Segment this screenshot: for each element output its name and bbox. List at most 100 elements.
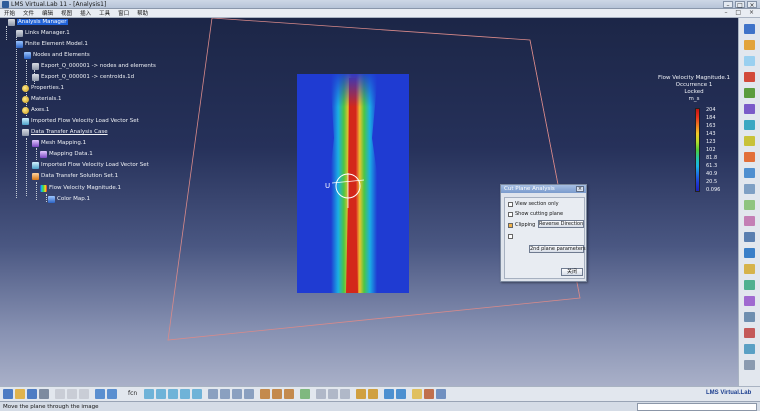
compare-icon[interactable] bbox=[744, 296, 755, 306]
dialog-close-button[interactable]: 关闭 bbox=[561, 268, 583, 276]
tree-node-color-map[interactable]: Color Map.1 bbox=[48, 195, 90, 203]
clear-icon[interactable] bbox=[744, 328, 755, 338]
person-icon[interactable] bbox=[424, 389, 434, 399]
measure-icon[interactable] bbox=[744, 264, 755, 274]
boundary-icon[interactable] bbox=[744, 88, 755, 98]
menu-help[interactable]: 帮助 bbox=[133, 9, 152, 17]
tree-node-export-2[interactable]: Export_Q_000001 -> centroids.1d bbox=[32, 73, 134, 81]
front-view-icon[interactable] bbox=[232, 389, 242, 399]
select-icon[interactable] bbox=[744, 24, 755, 34]
compass-icon[interactable] bbox=[340, 389, 350, 399]
view-section-only-option[interactable]: View section only bbox=[508, 201, 559, 207]
animation-icon[interactable] bbox=[744, 184, 755, 194]
cut-icon[interactable] bbox=[55, 389, 65, 399]
menu-start[interactable]: 开始 bbox=[0, 9, 19, 17]
grid-icon[interactable] bbox=[328, 389, 338, 399]
menu-insert[interactable]: 插入 bbox=[76, 9, 95, 17]
zoom-out-icon[interactable] bbox=[192, 389, 202, 399]
paste-icon[interactable] bbox=[79, 389, 89, 399]
second-plane-parameters-button[interactable]: 2nd plane parameters bbox=[529, 245, 586, 253]
menu-tools[interactable]: 工具 bbox=[95, 9, 114, 17]
menu-edit[interactable]: 编辑 bbox=[38, 9, 57, 17]
settings-icon[interactable] bbox=[744, 360, 755, 370]
filter-icon[interactable] bbox=[744, 280, 755, 290]
legend-value: 184 bbox=[706, 115, 716, 121]
pan-icon[interactable] bbox=[156, 389, 166, 399]
camera-icon[interactable] bbox=[744, 312, 755, 322]
material-icon[interactable] bbox=[368, 389, 378, 399]
swap-visible-icon[interactable] bbox=[300, 389, 310, 399]
ruler-icon[interactable] bbox=[316, 389, 326, 399]
hide-show-icon[interactable] bbox=[284, 389, 294, 399]
color-map-tool-icon[interactable] bbox=[744, 136, 755, 146]
probe-icon[interactable] bbox=[744, 232, 755, 242]
command-input[interactable] bbox=[637, 403, 757, 411]
clipping-checkbox[interactable] bbox=[508, 222, 513, 228]
top-view-icon[interactable] bbox=[244, 389, 254, 399]
menu-file[interactable]: 文件 bbox=[19, 9, 38, 17]
new-icon[interactable] bbox=[3, 389, 13, 399]
layout-icon[interactable] bbox=[744, 344, 755, 354]
tree-node-links-manager[interactable]: Links Manager.1 bbox=[16, 29, 70, 37]
analysis-icon[interactable] bbox=[744, 40, 755, 50]
graph-icon[interactable] bbox=[744, 248, 755, 258]
tree-node-flow-velocity-magnitude[interactable]: Flow Velocity Magnitude.1 bbox=[40, 184, 121, 192]
second-plane-option[interactable] bbox=[508, 234, 515, 239]
tree-node-imported-load-vector-1[interactable]: Imported Flow Velocity Load Vector Set bbox=[22, 117, 139, 125]
tree-node-analysis-case[interactable]: Data Transfer Analysis Case bbox=[22, 128, 108, 136]
fit-all-icon[interactable] bbox=[144, 389, 154, 399]
vector-icon[interactable] bbox=[744, 152, 755, 162]
load-icon[interactable] bbox=[744, 72, 755, 82]
reverse-direction-button[interactable]: Reverse Direction bbox=[538, 220, 584, 228]
capture-icon[interactable] bbox=[384, 389, 394, 399]
shading-icon[interactable] bbox=[260, 389, 270, 399]
show-cutting-plane-option[interactable]: Show cutting plane bbox=[508, 211, 563, 217]
mesh-icon[interactable] bbox=[744, 56, 755, 66]
maximize-button[interactable]: □ bbox=[735, 1, 745, 9]
cut-plane-icon[interactable] bbox=[744, 168, 755, 178]
minimize-button[interactable]: – bbox=[723, 1, 733, 9]
tree-node-properties[interactable]: Properties.1 bbox=[22, 84, 64, 92]
tree-node-solution-set[interactable]: Data Transfer Solution Set.1 bbox=[32, 172, 118, 180]
undo-icon[interactable] bbox=[95, 389, 105, 399]
tree-node-materials[interactable]: Materials.1 bbox=[22, 95, 61, 103]
close-button[interactable]: × bbox=[747, 1, 757, 9]
dialog-close-icon[interactable]: × bbox=[576, 186, 584, 192]
menu-view[interactable]: 视图 bbox=[57, 9, 76, 17]
copy-icon[interactable] bbox=[67, 389, 77, 399]
tree-node-mesh-mapping[interactable]: Mesh Mapping.1 bbox=[32, 139, 86, 147]
tree-node-imported-load-vector-2[interactable]: Imported Flow Velocity Load Vector Set bbox=[32, 161, 149, 169]
tree-node-analysis-manager[interactable]: Analysis Manager bbox=[8, 18, 68, 26]
postprocess-icon[interactable] bbox=[744, 120, 755, 130]
tree-node-fe-model[interactable]: Finite Element Model.1 bbox=[16, 40, 88, 48]
knowledge-icon[interactable] bbox=[436, 389, 446, 399]
zoom-in-icon[interactable] bbox=[180, 389, 190, 399]
save-icon[interactable] bbox=[27, 389, 37, 399]
tree-node-mapping-data[interactable]: Mapping Data.1 bbox=[40, 150, 93, 158]
export-tool-icon[interactable] bbox=[744, 216, 755, 226]
lighting-icon[interactable] bbox=[356, 389, 366, 399]
show-cutting-plane-checkbox[interactable] bbox=[508, 211, 513, 217]
video-icon[interactable] bbox=[396, 389, 406, 399]
print-icon[interactable] bbox=[39, 389, 49, 399]
macro-icon[interactable] bbox=[412, 389, 422, 399]
dialog-header[interactable]: Cut Plane Analysis × bbox=[501, 185, 586, 193]
viewport[interactable]: U Analysis Manager Links Manager.1 Finit… bbox=[0, 18, 738, 386]
second-plane-checkbox[interactable] bbox=[508, 234, 513, 239]
open-icon[interactable] bbox=[15, 389, 25, 399]
tree-node-export-1[interactable]: Export_Q_000001 -> nodes and elements bbox=[32, 62, 156, 70]
iso-view-icon[interactable] bbox=[220, 389, 230, 399]
rotate-icon[interactable] bbox=[168, 389, 178, 399]
menu-window[interactable]: 窗口 bbox=[114, 9, 133, 17]
redo-icon[interactable] bbox=[107, 389, 117, 399]
report-icon[interactable] bbox=[744, 200, 755, 210]
clipping-option[interactable]: Clipping bbox=[508, 222, 535, 228]
tree-node-axes[interactable]: Axes.1 bbox=[22, 106, 49, 114]
solver-icon[interactable] bbox=[744, 104, 755, 114]
tree-node-nodes-elements[interactable]: Nodes and Elements bbox=[24, 51, 90, 59]
function-label[interactable]: fcn bbox=[128, 390, 137, 397]
view-section-only-checkbox[interactable] bbox=[508, 201, 513, 207]
document-controls[interactable]: – □ × bbox=[724, 9, 757, 16]
wireframe-icon[interactable] bbox=[272, 389, 282, 399]
normal-view-icon[interactable] bbox=[208, 389, 218, 399]
